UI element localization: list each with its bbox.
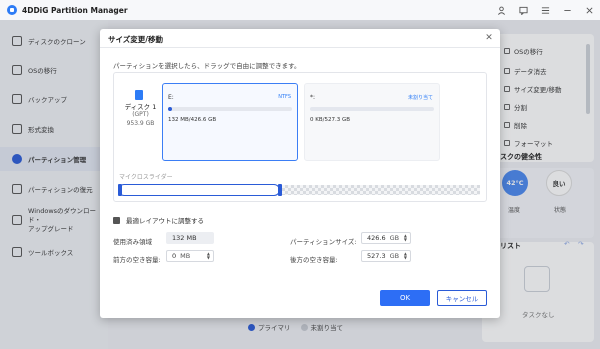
before-space-input[interactable]: 0 MB ▲ ▼ — [166, 250, 214, 262]
dialog-title: サイズ変更/移動 — [108, 35, 164, 44]
partition-card-e[interactable]: E: NTFS 132 MB/426.6 GB — [162, 83, 298, 161]
partition-filesystem: NTFS — [278, 94, 291, 100]
disk-size: 953.9 GB — [126, 120, 155, 127]
partition-size-input[interactable]: 426.6 GB ▲ ▼ — [361, 232, 411, 244]
before-space-label: 前方の空き容量: — [113, 256, 161, 264]
cancel-button[interactable]: キャンセル — [437, 290, 487, 306]
slider-unallocated-range — [282, 185, 480, 195]
optimal-layout-checkbox[interactable] — [113, 216, 120, 224]
before-space-unit: MB — [180, 252, 191, 260]
ok-button[interactable]: OK — [380, 290, 430, 306]
used-space-label: 使用済み領域 — [113, 238, 152, 246]
feedback-icon[interactable] — [512, 0, 534, 20]
partition-usage-bar — [168, 107, 292, 111]
used-space-text: 132 MB — [172, 234, 197, 242]
instruction-text: パーティションを選択したら、ドラッグで自由に調整できます。 — [113, 62, 301, 70]
slider-left-handle[interactable] — [118, 184, 122, 196]
stepper-icon[interactable]: ▲ ▼ — [207, 251, 210, 261]
partition-filesystem: 未割り当て — [407, 95, 433, 101]
partition-usage: 0 KB/527.3 GB — [310, 117, 351, 123]
app-logo-icon — [7, 5, 17, 15]
stepper-icon[interactable]: ▲ ▼ — [404, 251, 407, 261]
after-space-unit: GB — [389, 252, 400, 260]
dialog-divider — [100, 47, 500, 48]
checkbox-label: 最適レイアウトに調整する — [126, 217, 204, 225]
micro-slider[interactable] — [118, 184, 480, 196]
stepper-icon[interactable]: ▲ ▼ — [404, 233, 407, 243]
app-title: 4DDiG Partition Manager — [22, 5, 128, 15]
used-space-value: 132 MB — [166, 232, 214, 244]
partition-usage-bar — [310, 107, 434, 111]
partition-size-unit: GB — [389, 234, 400, 242]
slider-selected-range[interactable] — [118, 184, 280, 196]
partition-name: E: — [168, 94, 174, 101]
micro-slider-label: マイクロスライダー — [119, 174, 173, 181]
disk-name: ディスク 1 — [124, 103, 157, 111]
resize-move-dialog: サイズ変更/移動 ✕ パーティションを選択したら、ドラッグで自由に調整できます。… — [100, 29, 500, 318]
after-space-value: 527.3 — [367, 252, 386, 260]
optimal-layout-option[interactable]: 最適レイアウトに調整する — [113, 215, 204, 225]
menu-icon[interactable] — [534, 0, 556, 20]
minimize-icon[interactable] — [556, 0, 578, 20]
partition-name: *: — [310, 94, 316, 101]
after-space-input[interactable]: 527.3 GB ▲ ▼ — [361, 250, 411, 262]
close-icon[interactable] — [578, 0, 600, 20]
partition-size-label: パーティションサイズ: — [290, 238, 357, 246]
partition-usage: 132 MB/426.6 GB — [168, 117, 217, 123]
before-space-value: 0 — [172, 252, 177, 260]
title-bar: 4DDiG Partition Manager — [0, 0, 600, 20]
window-controls — [490, 0, 600, 20]
after-space-label: 後方の空き容量: — [290, 256, 338, 264]
disk-icon — [135, 90, 143, 100]
usage-fill — [168, 107, 172, 111]
partition-size-value: 426.6 — [367, 234, 386, 242]
close-icon[interactable]: ✕ — [484, 33, 494, 43]
user-icon[interactable] — [490, 0, 512, 20]
disk-type: (GPT) — [132, 111, 149, 118]
partition-card-unallocated[interactable]: *: 未割り当て 0 KB/527.3 GB — [304, 83, 440, 161]
